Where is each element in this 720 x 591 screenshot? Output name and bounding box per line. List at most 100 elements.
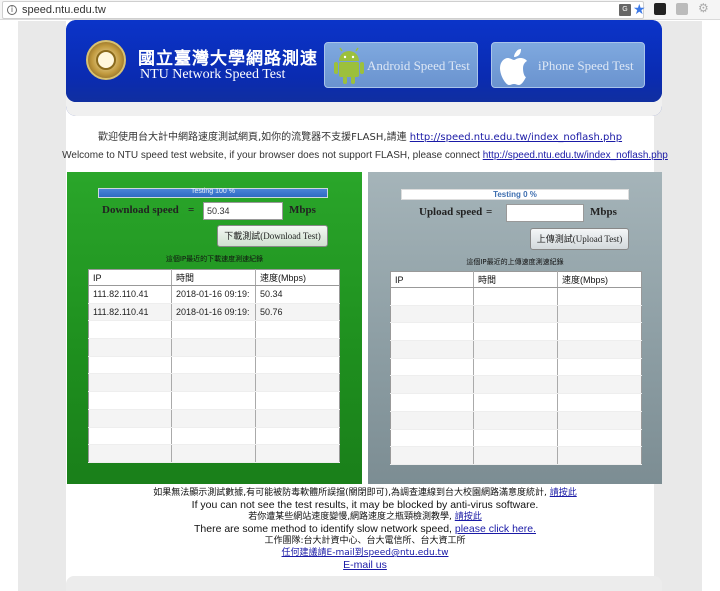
- noflash-link-zh[interactable]: http://speed.ntu.edu.tw/index_noflash.ph…: [410, 132, 622, 143]
- url-text: speed.ntu.edu.tw: [22, 4, 106, 16]
- download-speed-label: Download speed: [102, 204, 179, 216]
- download-unit: Mbps: [289, 204, 316, 216]
- cell-speed: [255, 373, 340, 393]
- table-row: [88, 338, 340, 357]
- column-header-time: 時間: [171, 269, 256, 286]
- cell-ip: [88, 444, 172, 463]
- email-us-link[interactable]: E-mail us: [343, 559, 387, 571]
- slow-en-text: There are some method to identify slow n…: [193, 523, 455, 535]
- ntu-seal-logo: [86, 40, 126, 80]
- banner-gradient: 國立臺灣大學網路測速 NTU Network Speed Test Androi…: [66, 20, 662, 102]
- table-row: [390, 411, 642, 430]
- cell-ip: [390, 429, 474, 448]
- cell-time: 2018-01-16 09:19:: [171, 285, 256, 304]
- bottom-bar: [66, 576, 662, 591]
- cell-speed: [255, 338, 340, 357]
- extension-icon[interactable]: [676, 3, 688, 15]
- column-header-speed: 速度(Mbps): [255, 269, 340, 286]
- cell-speed: [557, 446, 642, 465]
- bookmark-star-icon[interactable]: ★: [633, 2, 646, 18]
- footer: 如果無法顯示測試數據,有可能被防毒軟體所誤擋(關閉即可),為調查連線到台大校園網…: [0, 487, 720, 571]
- upload-speed-label: Upload speed: [419, 206, 483, 218]
- cell-time: [171, 427, 256, 446]
- android-icon: [334, 47, 364, 84]
- cell-ip: 111.82.110.41: [88, 285, 172, 304]
- download-progress-text: Testing 100 %: [191, 188, 235, 195]
- cell-speed: [557, 429, 642, 448]
- cell-speed: [255, 356, 340, 375]
- footer-line-slow-en: There are some method to identify slow n…: [0, 523, 720, 535]
- cell-time: [171, 320, 256, 340]
- cell-ip: [88, 409, 172, 428]
- header-banner: 國立臺灣大學網路測速 NTU Network Speed Test Androi…: [66, 20, 662, 116]
- cell-speed: 50.76: [255, 303, 340, 322]
- cell-speed: [255, 320, 340, 340]
- info-icon[interactable]: i: [7, 5, 17, 15]
- upload-history-caption: 這個IP最近的上傳速度測速紀錄: [466, 258, 564, 266]
- cell-time: [473, 429, 558, 448]
- cell-ip: [88, 427, 172, 446]
- suggestion-email-link[interactable]: 任何建議請E-mail到speed@ntu.edu.tw: [282, 548, 449, 558]
- upload-test-button[interactable]: 上傳測試(Upload Test): [530, 228, 629, 250]
- url-field[interactable]: i speed.ntu.edu.tw G ★: [2, 1, 646, 19]
- upload-unit: Mbps: [590, 206, 617, 218]
- cell-ip: [390, 322, 474, 342]
- cell-ip: [390, 340, 474, 359]
- table-row: [88, 373, 340, 393]
- table-row: [390, 446, 642, 465]
- slow-en-link[interactable]: please click here.: [455, 523, 536, 535]
- android-speed-test-button[interactable]: Android Speed Test: [324, 42, 478, 88]
- cell-speed: [557, 411, 642, 430]
- download-speed-field[interactable]: 50.34: [203, 202, 283, 220]
- table-row: 111.82.110.41 2018-01-16 09:19: 50.34: [88, 285, 340, 304]
- table-row: [390, 375, 642, 395]
- site-title-en: NTU Network Speed Test: [140, 67, 286, 82]
- cell-time: [473, 411, 558, 430]
- survey-text: 如果無法顯示測試數據,有可能被防毒軟體所誤擋(關閉即可),為調查連線到台大校園網…: [153, 488, 550, 498]
- settings-gear-icon[interactable]: ⚙: [698, 2, 710, 14]
- cell-speed: [557, 340, 642, 359]
- column-header-speed: 速度(Mbps): [557, 271, 642, 288]
- table-row: [390, 340, 642, 359]
- footer-line-antivirus: If you can not see the test results, it …: [191, 499, 539, 511]
- column-header-time: 時間: [473, 271, 558, 288]
- table-row: [390, 358, 642, 377]
- extension-icon[interactable]: [654, 3, 666, 15]
- download-test-button[interactable]: 下載測試(Download Test): [217, 225, 328, 247]
- download-panel: Testing 100 % Download speed = 50.34 Mbp…: [67, 172, 362, 484]
- cell-time: [473, 393, 558, 412]
- download-eq: =: [188, 204, 195, 216]
- table-row: [88, 391, 340, 410]
- upload-eq: =: [486, 206, 493, 218]
- iphone-speed-test-button[interactable]: iPhone Speed Test: [491, 42, 645, 88]
- cell-speed: [255, 409, 340, 428]
- browser-address-bar: i speed.ntu.edu.tw G ★ ⚙: [0, 0, 720, 20]
- upload-progress-text: Testing 0 %: [493, 190, 537, 199]
- cell-time: 2018-01-16 09:19:: [171, 303, 256, 322]
- cell-speed: [255, 444, 340, 463]
- info-line-en: Welcome to NTU speed test website, if yo…: [0, 150, 720, 161]
- info-line-zh: 歡迎使用台大計中網路速度測試網頁,如你的流覽器不支援FLASH,請連 http:…: [0, 128, 720, 143]
- info-en-text: Welcome to NTU speed test website, if yo…: [62, 150, 483, 161]
- cell-ip: [390, 411, 474, 430]
- translate-icon[interactable]: G: [619, 4, 631, 16]
- cell-time: [473, 322, 558, 342]
- survey-link[interactable]: 請按此: [550, 488, 577, 498]
- upload-speed-field[interactable]: [506, 204, 584, 222]
- noflash-link-en[interactable]: http://speed.ntu.edu.tw/index_noflash.ph…: [483, 150, 668, 161]
- table-row: [88, 427, 340, 446]
- cell-speed: [557, 393, 642, 412]
- cell-ip: [390, 393, 474, 412]
- column-header-ip: IP: [390, 271, 474, 288]
- table-row: [88, 356, 340, 375]
- cell-time: [171, 409, 256, 428]
- table-row: [390, 287, 642, 306]
- download-progress-bar: Testing 100 %: [98, 188, 328, 198]
- cell-time: [473, 446, 558, 465]
- table-row: [390, 305, 642, 324]
- table-row: [88, 444, 340, 463]
- apple-icon: [500, 49, 527, 85]
- cell-speed: [255, 391, 340, 410]
- slow-zh-link[interactable]: 請按此: [455, 512, 482, 522]
- cell-time: [171, 444, 256, 463]
